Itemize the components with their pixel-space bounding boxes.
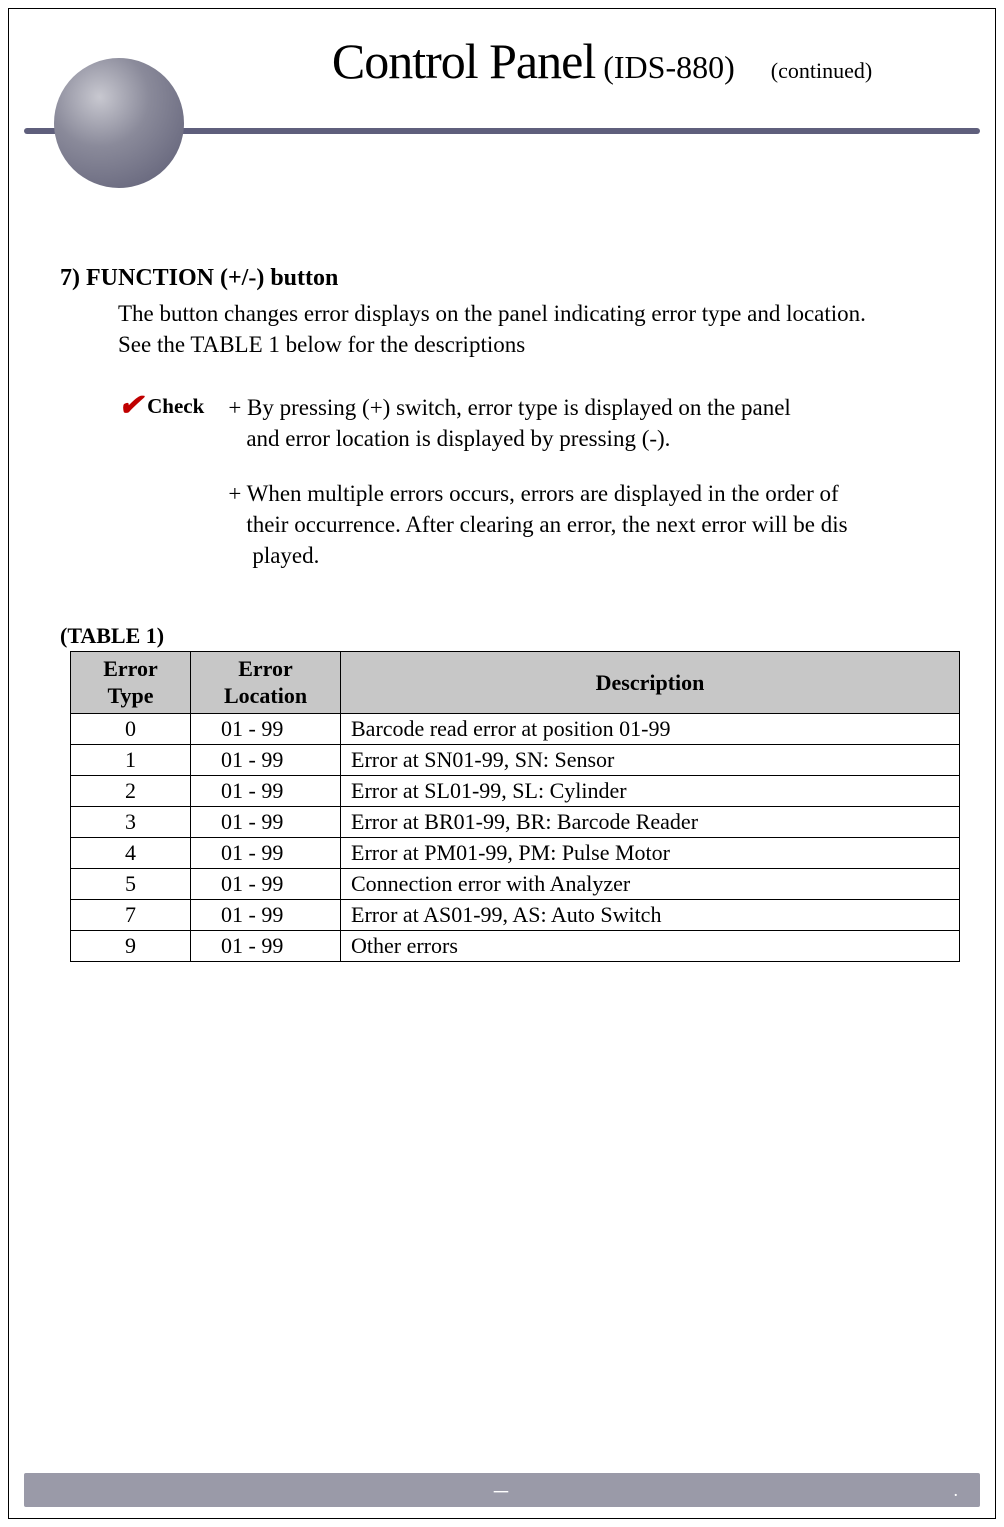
page-header: Control Panel (IDS-880) (continued) xyxy=(0,0,1004,135)
page-border xyxy=(8,8,996,1519)
footer-right-text: . xyxy=(954,1480,963,1501)
title-model: (IDS-880) xyxy=(595,49,735,85)
title-continued: (continued) xyxy=(771,58,872,83)
footer-page-number: － xyxy=(491,1476,513,1505)
title-main: Control Panel xyxy=(332,33,595,89)
footer-bar: － . xyxy=(24,1473,980,1507)
header-decorative-sphere xyxy=(54,58,184,188)
